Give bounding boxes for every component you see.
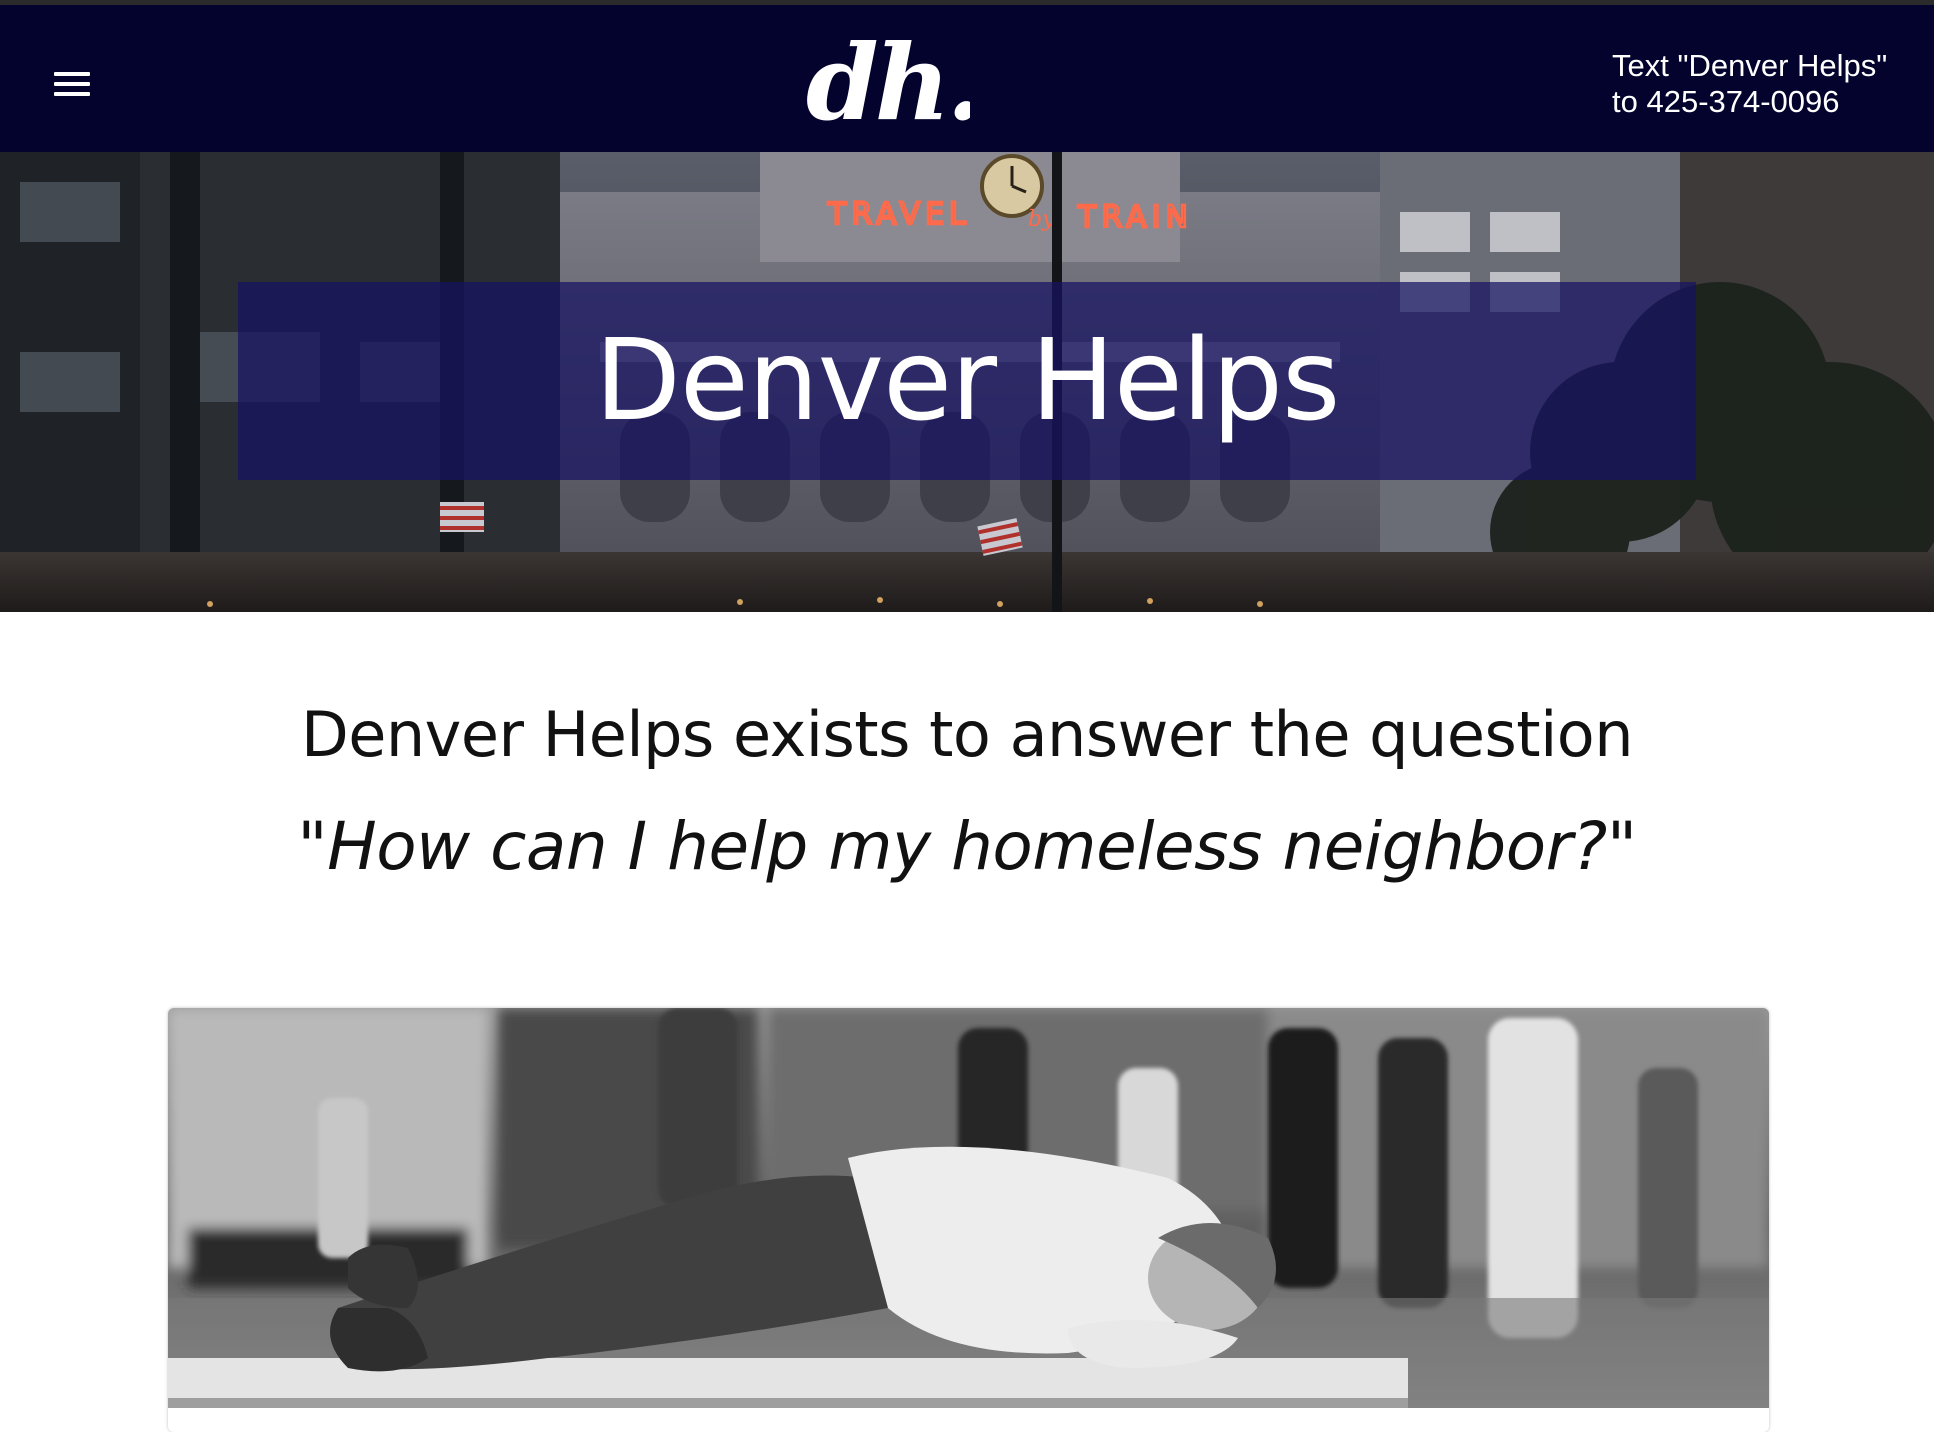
svg-text:by: by xyxy=(1028,207,1055,232)
cta-line-2: to 425-374-0096 xyxy=(1612,84,1840,119)
hamburger-menu-icon[interactable] xyxy=(44,61,102,107)
site-logo[interactable]: dh. xyxy=(800,21,983,144)
logo-text: dh. xyxy=(806,23,970,141)
feature-card-image xyxy=(168,1008,1769,1408)
svg-text:TRAIN: TRAIN xyxy=(1077,200,1193,235)
hero-title: Denver Helps xyxy=(594,316,1341,446)
svg-text:TRAVEL: TRAVEL xyxy=(827,197,971,232)
intro-statement: Denver Helps exists to answer the questi… xyxy=(300,698,1634,771)
feature-card xyxy=(168,1008,1769,1432)
text-line-cta: Text "Denver Helps" to 425-374-0096 xyxy=(1612,48,1912,120)
cta-line-1: Text "Denver Helps" xyxy=(1612,48,1888,83)
intro-question: "How can I help my homeless neighbor?" xyxy=(297,808,1637,885)
hero-section: TRAVEL TRAIN by Denver Helps xyxy=(0,152,1934,612)
site-header: dh. Text "Denver Helps" to 425-374-0096 xyxy=(0,5,1934,152)
photo-image xyxy=(168,1008,1769,1408)
intro-section: Denver Helps exists to answer the questi… xyxy=(0,690,1934,892)
hero-title-banner: Denver Helps xyxy=(238,282,1696,480)
